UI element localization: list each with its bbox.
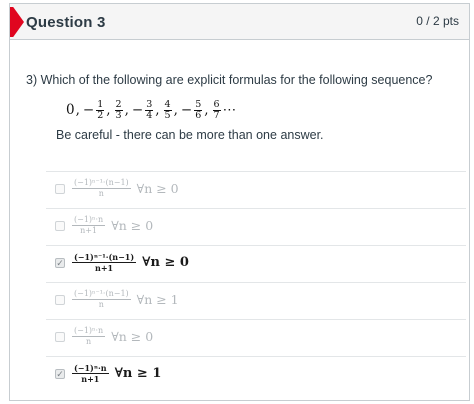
answer-fraction: (−1)ⁿ⁻¹·(n−1) n <box>72 289 131 310</box>
question-title: Question 3 <box>26 14 106 31</box>
sequence-fraction: 56 <box>194 98 203 121</box>
fraction-denominator: 3 <box>115 109 122 121</box>
answer-option[interactable]: (−1)ⁿ⁻¹·(n−1) n ∀n ≥ 1 <box>46 282 466 319</box>
fraction-numerator: 3 <box>145 98 154 111</box>
answer-denominator: n+1 <box>80 226 98 235</box>
question-card: Question 3 0 / 2 pts 3) Which of the fol… <box>9 3 470 401</box>
answer-condition: ∀n ≥ 0 <box>142 255 189 270</box>
answer-condition: ∀n ≥ 0 <box>111 329 154 344</box>
answer-formula: (−1)ⁿ⁻¹·(n−1) n+1 ∀n ≥ 0 <box>72 252 189 273</box>
answer-formula: (−1)ⁿ⁻¹·(n−1) n ∀n ≥ 1 <box>72 289 179 310</box>
sequence-sign: − <box>180 102 193 118</box>
answer-numerator: (−1)ⁿ⁻¹·(n−1) <box>72 178 131 189</box>
sequence-fraction: 34 <box>145 98 154 121</box>
check-icon[interactable]: ✓ <box>55 369 65 379</box>
sequence-separator: , <box>106 102 111 118</box>
sequence-separator: ⋯ <box>222 102 237 118</box>
answer-fraction: (−1)ⁿ⁻¹·(n−1) n+1 <box>72 252 137 273</box>
sequence-separator: , <box>124 102 129 118</box>
fraction-denominator: 7 <box>213 109 220 121</box>
fraction-numerator: 6 <box>212 98 221 111</box>
answer-numerator: (−1)ⁿ·n <box>72 326 106 337</box>
sequence-fraction: 12 <box>96 98 105 121</box>
answer-checkbox[interactable] <box>55 295 65 305</box>
sequence-term: 45, <box>163 98 181 121</box>
answer-fraction: (−1)ⁿ⁻¹·(n−1) n <box>72 178 131 199</box>
fraction-denominator: 2 <box>97 109 104 121</box>
answer-formula: (−1)ⁿ·n n+1 ∀n ≥ 1 <box>72 363 161 384</box>
fraction-denominator: 5 <box>164 109 171 121</box>
answer-option[interactable]: ✓ (−1)ⁿ⁻¹·(n−1) n+1 ∀n ≥ 0 <box>46 245 466 282</box>
sequence-fraction: 45 <box>163 98 172 121</box>
sequence-term: −3 4, <box>131 98 163 121</box>
answer-checkbox[interactable] <box>55 184 65 194</box>
answer-option[interactable]: ✓ (−1)ⁿ·n n+1 ∀n ≥ 1 <box>46 356 466 393</box>
fraction-denominator: 4 <box>146 109 153 121</box>
sequence-fraction: 67 <box>212 98 221 121</box>
answer-condition: ∀n ≥ 1 <box>114 366 162 381</box>
sequence-sign: − <box>131 102 144 118</box>
answer-denominator: n <box>98 300 104 309</box>
fraction-numerator: 5 <box>194 98 203 111</box>
check-icon[interactable]: ✓ <box>55 258 65 268</box>
answer-denominator: n+1 <box>95 263 114 273</box>
flag-icon[interactable] <box>10 7 24 37</box>
answer-fraction: (−1)ⁿ·n n+1 <box>72 363 109 384</box>
answer-denominator: n <box>86 337 92 346</box>
sequence-separator: , <box>173 102 178 118</box>
sequence-sign: − <box>82 102 95 118</box>
sequence-separator: , <box>155 102 160 118</box>
answer-formula: (−1)ⁿ·n n+1 ∀n ≥ 0 <box>72 215 153 236</box>
sequence-value: 0 <box>66 102 75 118</box>
sequence-fraction: 23 <box>114 98 123 121</box>
answer-checkbox[interactable] <box>55 332 65 342</box>
sequence-separator: , <box>75 102 80 118</box>
answer-numerator: (−1)ⁿ·n <box>72 215 106 226</box>
question-prompt: 3) Which of the following are explicit f… <box>26 73 433 87</box>
question-note: Be careful - there can be more than one … <box>56 128 324 142</box>
answer-condition: ∀n ≥ 0 <box>111 218 154 233</box>
sequence-separator: , <box>204 102 209 118</box>
answer-option[interactable]: (−1)ⁿ⁻¹·(n−1) n ∀n ≥ 0 <box>46 171 466 208</box>
answer-numerator: (−1)ⁿ⁻¹·(n−1) <box>72 289 131 300</box>
sequence-term: 23, <box>114 98 132 121</box>
answer-denominator: n+1 <box>81 374 100 384</box>
answer-checkbox[interactable] <box>55 221 65 231</box>
sequence-term: −5 6, <box>180 98 212 121</box>
question-header: Question 3 0 / 2 pts <box>10 4 469 40</box>
answer-option[interactable]: (−1)ⁿ·n n+1 ∀n ≥ 0 <box>46 208 466 245</box>
fraction-numerator: 1 <box>96 98 105 111</box>
fraction-numerator: 2 <box>114 98 123 111</box>
answer-fraction: (−1)ⁿ·n n+1 <box>72 215 106 236</box>
fraction-denominator: 6 <box>195 109 202 121</box>
sequence-formula: 0, −1 2, 2 3, −3 4, 4 5, −5 6, 6 7 ⋯ <box>66 97 239 123</box>
sequence-term: 6 7 ⋯ <box>212 98 240 121</box>
answer-formula: (−1)ⁿ·n n ∀n ≥ 0 <box>72 326 153 347</box>
sequence-term: −1 2, <box>82 98 114 121</box>
answer-numerator: (−1)ⁿ⁻¹·(n−1) <box>72 252 137 263</box>
answer-denominator: n <box>98 189 104 198</box>
answer-numerator: (−1)ⁿ·n <box>72 363 109 374</box>
points-label: 0 / 2 pts <box>416 14 459 28</box>
answer-condition: ∀n ≥ 1 <box>136 292 179 307</box>
fraction-numerator: 4 <box>163 98 172 111</box>
answer-option[interactable]: (−1)ⁿ·n n ∀n ≥ 0 <box>46 319 466 356</box>
answer-condition: ∀n ≥ 0 <box>136 181 179 196</box>
answer-list: (−1)ⁿ⁻¹·(n−1) n ∀n ≥ 0 (−1)ⁿ·n n+1 ∀n ≥ 0 ✓ (−1… <box>46 171 466 393</box>
sequence-term: 0, <box>66 102 83 118</box>
answer-fraction: (−1)ⁿ·n n <box>72 326 106 347</box>
answer-formula: (−1)ⁿ⁻¹·(n−1) n ∀n ≥ 0 <box>72 178 179 199</box>
